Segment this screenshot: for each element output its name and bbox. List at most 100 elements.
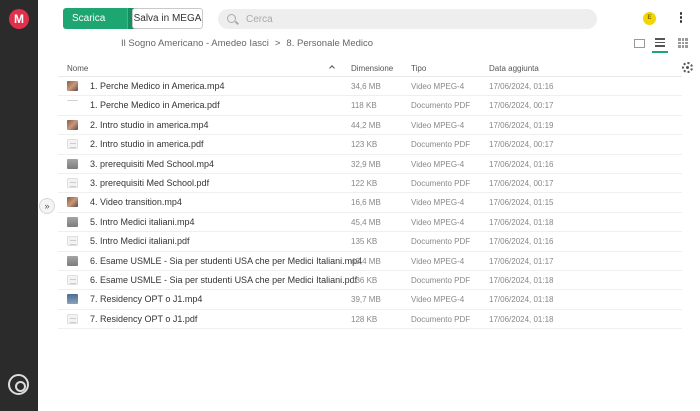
main-panel: Scarica Salva in MEGA E Il Sogno America… [48,0,700,411]
table-row[interactable]: 1. Perche Medico in America.pdf 118 KB Doc… [58,96,682,116]
pdf-thumbnail-icon [67,236,78,247]
file-size: 123 KB [351,140,378,150]
file-size: 45,4 MB [351,217,381,227]
download-button[interactable]: Scarica [63,8,127,29]
search-bar[interactable] [218,9,597,29]
table-row[interactable]: 7. Residency OPT o J1.mp4 39,7 MB Video MP… [58,290,682,310]
file-size: 39,7 MB [351,295,381,305]
file-name[interactable]: 7. Residency OPT o J1.mp4 [90,294,202,304]
file-name[interactable]: 1. Perche Medico in America.pdf [90,100,220,110]
breadcrumb: Il Sogno Americano - Amedeo Iasci >8. Per… [121,38,373,52]
file-date: 17/06/2024, 01:16 [489,237,554,247]
pdf-thumbnail-icon [67,274,78,285]
table-row[interactable]: 7. Residency OPT o J1.pdf 128 KB Documento… [58,310,682,330]
video-thumbnail-icon [67,216,78,227]
file-type: Video MPEG-4 [411,256,465,266]
file-type: Documento PDF [411,314,471,324]
table-row[interactable]: 6. Esame USMLE - Sia per studenti USA ch… [58,271,682,291]
file-name[interactable]: 1. Perche Medico in America.mp4 [90,81,225,91]
pdf-thumbnail-icon [67,313,78,324]
file-type: Video MPEG-4 [411,82,465,91]
video-thumbnail-icon [67,197,78,208]
file-name[interactable]: 5. Intro Medici italiani.mp4 [90,217,195,227]
video-thumbnail-icon [67,81,78,91]
table-row[interactable]: 5. Intro Medici italiani.mp4 45,4 MB Video… [58,213,682,233]
file-name[interactable]: 2. Intro studio in america.pdf [90,139,204,149]
file-size: 44,2 MB [351,120,381,130]
file-name[interactable]: 3. prerequisiti Med School.pdf [90,178,209,188]
file-size: 135 KB [351,237,378,247]
pdf-thumbnail-icon [67,100,78,111]
file-type: Documento PDF [411,101,471,111]
file-type: Video MPEG-4 [411,198,465,208]
file-size: 136 KB [351,275,378,285]
table-row[interactable]: 3. prerequisiti Med School.mp4 32,9 MB Vid… [58,155,682,174]
file-size: 128 KB [351,314,378,324]
breadcrumb-separator: > [274,38,281,49]
header-date[interactable]: Data aggiunta [489,64,539,73]
more-menu-icon[interactable] [679,12,683,25]
file-type: Documento PDF [411,237,471,247]
file-name[interactable]: 4. Video transition.mp4 [90,197,182,207]
file-date: 17/06/2024, 00:17 [489,101,554,111]
column-settings-gear-icon[interactable] [682,62,693,73]
active-view-indicator [652,51,668,53]
table-row[interactable]: 2. Intro studio in america.pdf 123 KB Docu… [58,135,682,155]
search-input[interactable] [246,12,546,26]
file-type: Video MPEG-4 [411,120,465,130]
file-date: 17/06/2024, 00:17 [489,178,554,188]
sort-ascending-icon[interactable] [329,65,335,71]
file-date: 17/06/2024, 01:16 [489,159,554,169]
table-row[interactable]: 1. Perche Medico in America.mp4 34,6 MB Vi… [58,77,682,97]
table-row[interactable]: 5. Intro Medici italiani.pdf 135 KB Docume… [58,232,682,252]
file-size: 122 KB [351,178,378,188]
file-size: 34,6 MB [351,82,381,91]
file-name[interactable]: 7. Residency OPT o J1.pdf [90,314,197,324]
file-name[interactable]: 5. Intro Medici italiani.pdf [90,236,190,246]
header-name[interactable]: Nome [67,64,88,73]
search-icon [227,14,236,23]
app-window: M » Scarica Salva in MEGA E Il Sogno Ame… [0,0,700,411]
pdf-thumbnail-icon [67,177,78,188]
table-row[interactable]: 2. Intro studio in america.mp4 44,2 MB Vid… [58,116,682,136]
file-date: 17/06/2024, 01:15 [489,198,554,208]
table-header: Nome Dimensione Tipo Data aggiunta [58,61,682,77]
file-size: 16,6 MB [351,198,381,208]
table-row[interactable]: 6. Esame USMLE - Sia per studenti USA ch… [58,252,682,271]
file-date: 17/06/2024, 01:18 [489,314,554,324]
file-name[interactable]: 3. prerequisiti Med School.mp4 [90,159,214,169]
file-date: 17/06/2024, 01:16 [489,82,554,91]
thumbnail-view-icon[interactable] [633,37,645,49]
file-name[interactable]: 6. Esame USMLE - Sia per studenti USA ch… [90,275,357,285]
file-size: 43,4 MB [351,256,381,266]
sync-icon[interactable] [8,374,29,395]
breadcrumb-current[interactable]: 8. Personale Medico [286,38,373,49]
video-thumbnail-icon [67,119,78,130]
breadcrumb-parent[interactable]: Il Sogno Americano - Amedeo Iasci [121,38,269,49]
file-size: 118 KB [351,101,377,111]
file-type: Documento PDF [411,275,471,285]
grid-view-icon[interactable] [678,38,688,48]
list-view-icon[interactable] [654,36,667,50]
header-type[interactable]: Tipo [411,64,426,73]
file-type: Video MPEG-4 [411,159,465,169]
header-size[interactable]: Dimensione [351,64,393,73]
table-row[interactable]: 3. prerequisiti Med School.pdf 122 KB Docu… [58,174,682,194]
save-in-mega-button[interactable]: Salva in MEGA [132,8,203,29]
file-name[interactable]: 2. Intro studio in america.mp4 [90,120,209,130]
table-row[interactable]: 4. Video transition.mp4 16,6 MB Video MPEG… [58,193,682,213]
left-sidebar: M [0,0,38,411]
mega-logo[interactable]: M [9,9,29,29]
file-date: 17/06/2024, 00:17 [489,140,554,150]
file-name[interactable]: 6. Esame USMLE - Sia per studenti USA ch… [90,256,362,266]
file-type: Video MPEG-4 [411,295,465,305]
avatar[interactable]: E [643,12,656,25]
file-date: 17/06/2024, 01:18 [489,217,554,227]
file-size: 32,9 MB [351,159,381,169]
file-list: 1. Perche Medico in America.mp4 34,6 MB Vi… [58,77,682,330]
file-date: 17/06/2024, 01:18 [489,295,554,305]
file-date: 17/06/2024, 01:18 [489,275,554,285]
file-date: 17/06/2024, 01:19 [489,120,554,130]
pdf-thumbnail-icon [67,139,78,150]
file-date: 17/06/2024, 01:17 [489,256,554,266]
